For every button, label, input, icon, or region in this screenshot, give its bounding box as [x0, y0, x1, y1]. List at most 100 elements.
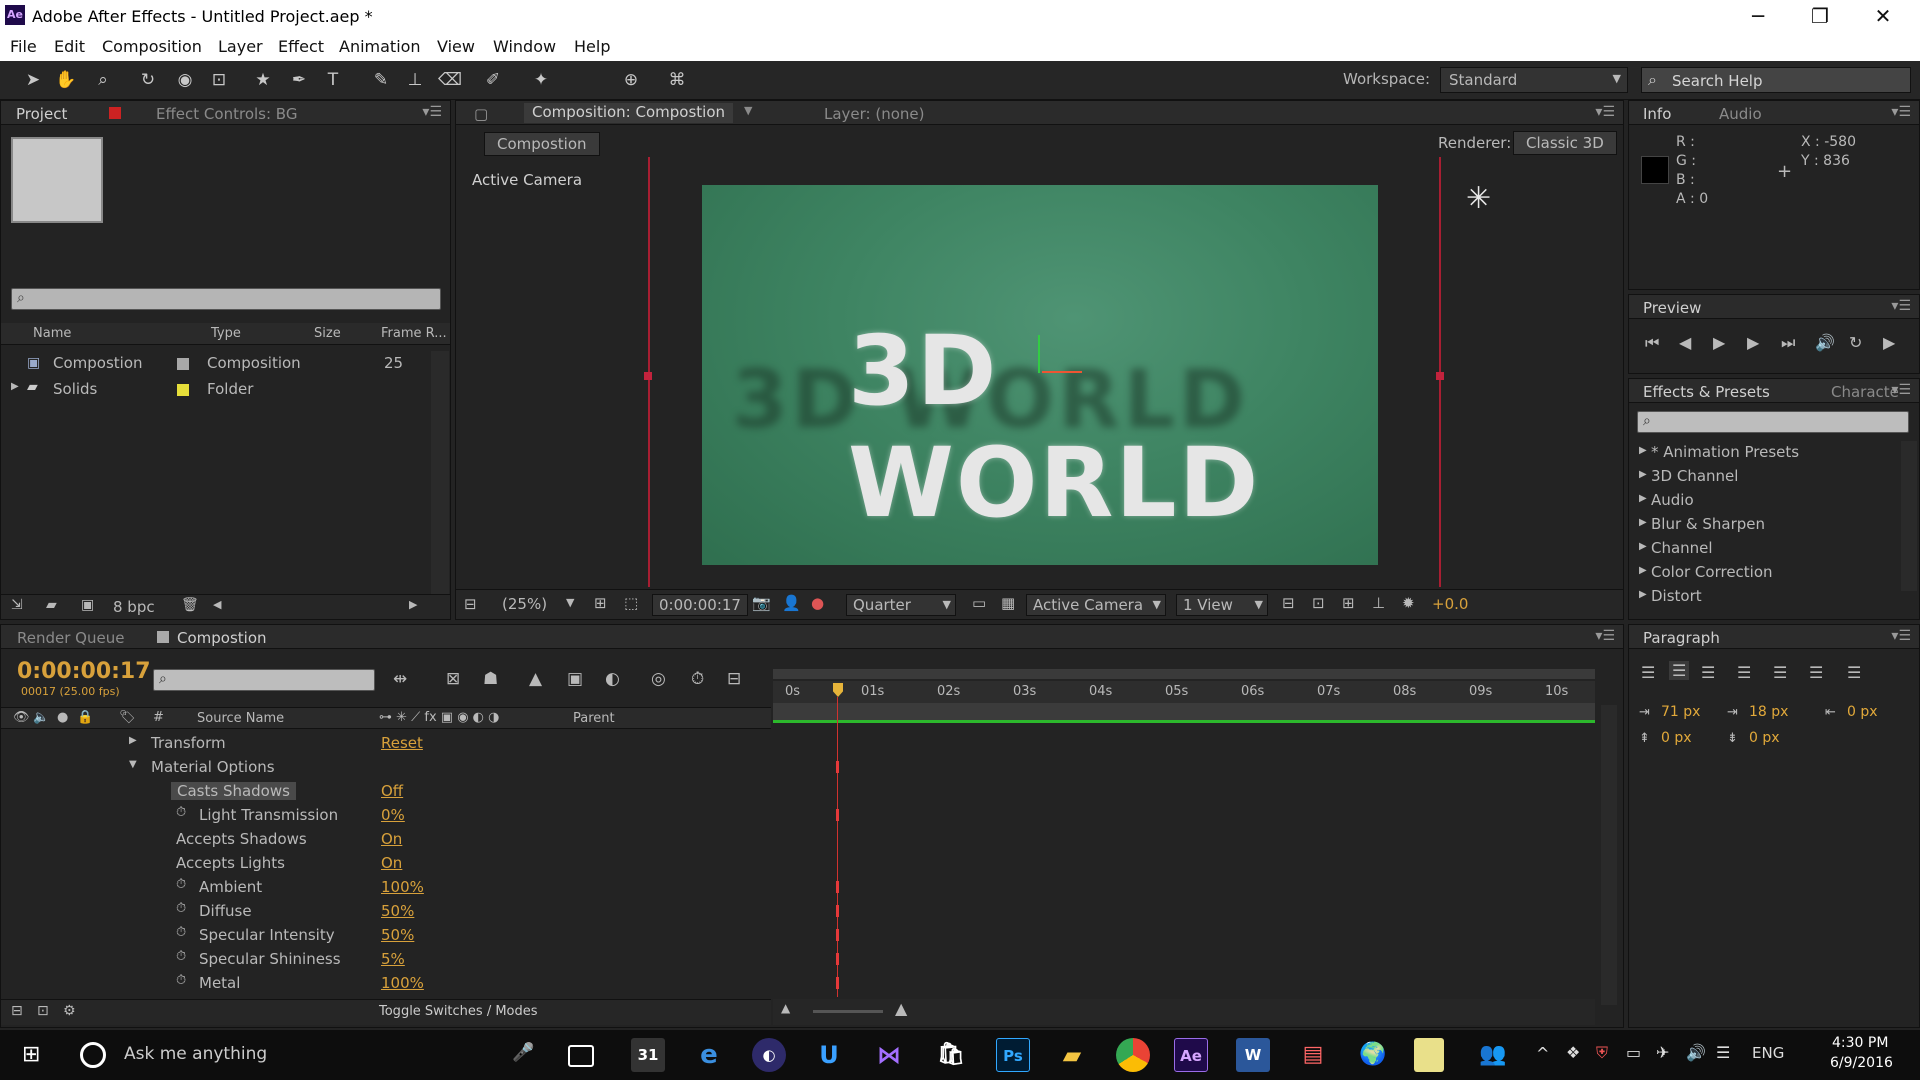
space-before-value[interactable]: 0 px: [1661, 730, 1692, 746]
zoom-slider[interactable]: [813, 1010, 883, 1013]
in-out-icon[interactable]: ⚙: [63, 1003, 76, 1019]
menu-edit[interactable]: Edit: [54, 37, 85, 56]
tab-layer[interactable]: Layer: (none): [824, 105, 925, 123]
rotate-tool-icon[interactable]: ↻: [137, 69, 159, 91]
live-update-icon[interactable]: ⊟: [727, 669, 741, 689]
exposure-value[interactable]: +0.0: [1432, 595, 1468, 613]
zoom-out-icon[interactable]: ▲: [781, 1001, 790, 1015]
tab-project[interactable]: Project: [16, 105, 67, 123]
snapping-icon[interactable]: ⊕: [620, 69, 642, 91]
stopwatch-icon[interactable]: ⏱: [176, 925, 186, 940]
chrome-icon[interactable]: [1116, 1038, 1150, 1072]
headline-3d-text[interactable]: 3D WORLD: [848, 315, 1378, 539]
region-of-interest-icon[interactable]: ▭: [972, 594, 986, 612]
new-composition-icon[interactable]: ▣: [81, 597, 94, 613]
effects-search-input[interactable]: ⌕: [1637, 411, 1909, 433]
col-name[interactable]: Name: [33, 326, 71, 341]
exposure-icon[interactable]: ✹: [1402, 594, 1415, 612]
keyframe-marker[interactable]: [836, 881, 839, 893]
sticky-notes-icon[interactable]: [1414, 1038, 1444, 1072]
x-axis-gizmo[interactable]: [1042, 371, 1082, 373]
windows-start-icon[interactable]: ⊞: [22, 1042, 40, 1067]
snap-option-icon[interactable]: ⌘: [666, 69, 688, 91]
comp-mini-flowchart-icon[interactable]: ⇹: [393, 669, 407, 689]
renderer-button[interactable]: Classic 3D: [1513, 131, 1617, 155]
maximize-button[interactable]: ❐: [1795, 2, 1845, 30]
tab-render-queue[interactable]: Render Queue: [17, 629, 124, 647]
light-icon[interactable]: ✳: [1466, 181, 1491, 216]
project-search-input[interactable]: ⌕: [11, 288, 441, 310]
previous-frame-icon[interactable]: ◀: [1679, 333, 1691, 352]
tab-effect-controls[interactable]: Effect Controls: BG: [156, 105, 297, 123]
cortana-icon[interactable]: [80, 1042, 106, 1068]
effects-category-item[interactable]: ▶ Color Correction: [1629, 561, 1899, 583]
table-row[interactable]: ⏱ Ambient 100%: [1, 875, 771, 898]
keyframe-marker[interactable]: [836, 761, 839, 773]
volume-icon[interactable]: 🔊: [1686, 1043, 1706, 1062]
menu-effect[interactable]: Effect: [278, 37, 324, 56]
ram-preview-icon[interactable]: ▶: [1883, 333, 1895, 352]
tab-character[interactable]: Characte: [1831, 383, 1899, 401]
twirl-right-icon[interactable]: ▶: [11, 381, 19, 392]
brush-tool-icon[interactable]: ✎: [370, 69, 392, 91]
table-row[interactable]: Casts Shadows Off: [1, 779, 771, 802]
show-snapshot-icon[interactable]: 👤: [782, 594, 801, 612]
justify-right-icon[interactable]: ☰: [1809, 663, 1823, 682]
lock-icon[interactable]: ▢: [474, 105, 488, 123]
effects-category-item[interactable]: ▶ Distort: [1629, 585, 1899, 607]
solo-icon[interactable]: ●: [57, 710, 68, 725]
search-help-input[interactable]: ⌕ Search Help: [1641, 67, 1911, 93]
current-timecode[interactable]: 0:00:00:17: [17, 659, 151, 684]
keyframe-marker[interactable]: [836, 953, 839, 965]
language-indicator[interactable]: ENG: [1752, 1044, 1784, 1062]
effects-category-item[interactable]: ▶ Blur & Sharpen: [1629, 513, 1899, 535]
menu-window[interactable]: Window: [493, 37, 556, 56]
tab-preview[interactable]: Preview: [1643, 299, 1701, 317]
timeline-icon[interactable]: ⊞: [1342, 594, 1355, 612]
always-preview-icon[interactable]: ⊟: [464, 595, 477, 613]
workspace-select[interactable]: Standard ▼: [1440, 67, 1628, 93]
hide-shy-icon[interactable]: ☗: [483, 669, 498, 689]
table-row[interactable]: ⏱ Specular Intensity 50%: [1, 923, 771, 946]
menu-help[interactable]: Help: [574, 37, 610, 56]
scroll-left-icon[interactable]: ◀: [213, 598, 221, 611]
loop-icon[interactable]: ↻: [1849, 333, 1862, 352]
media-player-icon[interactable]: ▤: [1296, 1038, 1330, 1072]
tab-timeline-composition[interactable]: Compostion: [177, 629, 267, 647]
maps-icon[interactable]: 🌍: [1356, 1038, 1390, 1072]
list-item[interactable]: ▶ ▰ Solids Folder: [1, 377, 431, 401]
justify-center-icon[interactable]: ☰: [1773, 663, 1787, 682]
effects-scrollbar[interactable]: [1901, 441, 1917, 591]
clock-date[interactable]: 6/9/2016: [1830, 1055, 1893, 1071]
y-axis-gizmo[interactable]: [1038, 335, 1040, 373]
snapshot-icon[interactable]: 📷: [752, 594, 771, 612]
col-frame-rate[interactable]: Frame R...: [381, 326, 447, 341]
effects-category-item[interactable]: ▶ Audio: [1629, 489, 1899, 511]
network-icon[interactable]: ✈: [1656, 1043, 1669, 1062]
panel-menu-icon[interactable]: ▾☰: [1595, 104, 1615, 120]
col-type[interactable]: Type: [211, 326, 241, 341]
label-icon[interactable]: 🏷: [119, 710, 136, 725]
stopwatch-icon[interactable]: ⏱: [176, 901, 186, 916]
indent-right-value[interactable]: 0 px: [1847, 704, 1878, 720]
time-ruler[interactable]: 0s 01s 02s 03s 04s 05s 06s 07s 08s 09s 10s: [773, 681, 1595, 703]
viewer-canvas[interactable]: Active Camera ✳ 3D WORLD 3D WORLD: [456, 157, 1623, 587]
audio-icon[interactable]: 🔈: [33, 710, 49, 725]
last-frame-icon[interactable]: ⏭: [1781, 333, 1795, 353]
word-icon[interactable]: W: [1236, 1038, 1270, 1072]
frame-blending-icon[interactable]: ▲: [529, 669, 542, 689]
keyframe-marker[interactable]: [836, 977, 839, 989]
visual-studio-icon[interactable]: ⋈: [872, 1038, 906, 1072]
scroll-right-icon[interactable]: ▶: [409, 598, 417, 611]
shield-icon[interactable]: ⛨: [1596, 1043, 1608, 1063]
tab-composition[interactable]: Composition: Compostion: [524, 103, 734, 123]
people-icon[interactable]: 👥: [1476, 1038, 1510, 1072]
col-parent[interactable]: Parent: [573, 711, 615, 726]
shape-tool-icon[interactable]: ★: [252, 69, 274, 91]
auto-keyframe-icon[interactable]: ⏱: [691, 669, 704, 689]
microphone-icon[interactable]: 🎤: [512, 1042, 534, 1063]
view-layout-select[interactable]: 1 View ▼: [1176, 594, 1268, 616]
graph-editor-icon[interactable]: ◎: [651, 669, 666, 689]
photoshop-icon[interactable]: Ps: [996, 1038, 1030, 1072]
menu-animation[interactable]: Animation: [339, 37, 421, 56]
